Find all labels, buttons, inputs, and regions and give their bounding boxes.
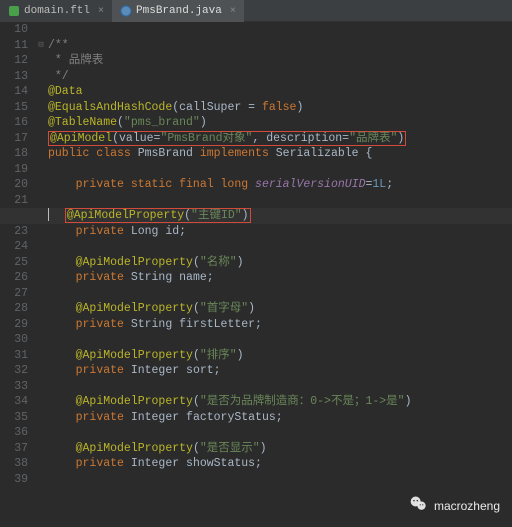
java-class-icon <box>120 5 132 17</box>
close-icon[interactable]: × <box>230 6 236 17</box>
line-number-gutter: 1011121314151617181920212223242526272829… <box>0 22 36 527</box>
code-line: * 品牌表 <box>48 53 512 69</box>
tab-domain-ftl[interactable]: domain.ftl × <box>0 0 112 22</box>
code-line: */ <box>48 69 512 85</box>
code-editor[interactable]: 1011121314151617181920212223242526272829… <box>0 22 512 527</box>
code-line <box>48 286 512 302</box>
cursor <box>48 208 49 221</box>
editor-tabs: domain.ftl × PmsBrand.java × <box>0 0 512 22</box>
code-line <box>48 332 512 348</box>
code-line: private Integer sort; <box>48 363 512 379</box>
tab-label: domain.ftl <box>24 5 90 17</box>
tab-label: PmsBrand.java <box>136 5 222 17</box>
code-line: private Integer showStatus; <box>48 456 512 472</box>
watermark-text: macrozheng <box>434 499 500 513</box>
code-line: private Integer factoryStatus; <box>48 410 512 426</box>
highlight-box: @ApiModel(value="PmsBrand对象", descriptio… <box>48 131 406 146</box>
highlight-box: @ApiModelProperty("主键ID") <box>65 208 251 223</box>
watermark: macrozheng <box>409 494 500 517</box>
code-line: @ApiModelProperty("首字母") <box>48 301 512 317</box>
code-line: @ApiModelProperty("排序") <box>48 348 512 364</box>
code-line: public class PmsBrand implements Seriali… <box>48 146 512 162</box>
code-line <box>48 193 512 209</box>
code-line <box>48 425 512 441</box>
wechat-icon <box>409 494 429 517</box>
code-line: private Long id; <box>48 224 512 240</box>
code-line: private String firstLetter; <box>48 317 512 333</box>
tab-pmsbrand-java[interactable]: PmsBrand.java × <box>112 0 244 22</box>
code-line <box>48 239 512 255</box>
code-line: @EqualsAndHashCode(callSuper = false) <box>48 100 512 116</box>
code-line: private String name; <box>48 270 512 286</box>
code-line: @TableName("pms_brand") <box>48 115 512 131</box>
code-line <box>48 22 512 38</box>
code-line <box>48 379 512 395</box>
code-line: @ApiModelProperty("名称") <box>48 255 512 271</box>
code-line: @ApiModelProperty("是否为品牌制造商：0->不是；1->是") <box>48 394 512 410</box>
code-line: /** <box>48 38 512 54</box>
code-line <box>48 162 512 178</box>
code-line: @ApiModelProperty("是否显示") <box>48 441 512 457</box>
code-line-current: @ApiModelProperty("主键ID") <box>48 208 512 224</box>
code-area[interactable]: /** * 品牌表 */ @Data @EqualsAndHashCode(ca… <box>46 22 512 527</box>
fold-column: ⊟ <box>36 22 46 527</box>
close-icon[interactable]: × <box>98 6 104 17</box>
code-line: @Data <box>48 84 512 100</box>
code-line: @ApiModel(value="PmsBrand对象", descriptio… <box>48 131 512 147</box>
code-line <box>48 472 512 488</box>
ftl-file-icon <box>8 5 20 17</box>
code-line: private static final long serialVersionU… <box>48 177 512 193</box>
